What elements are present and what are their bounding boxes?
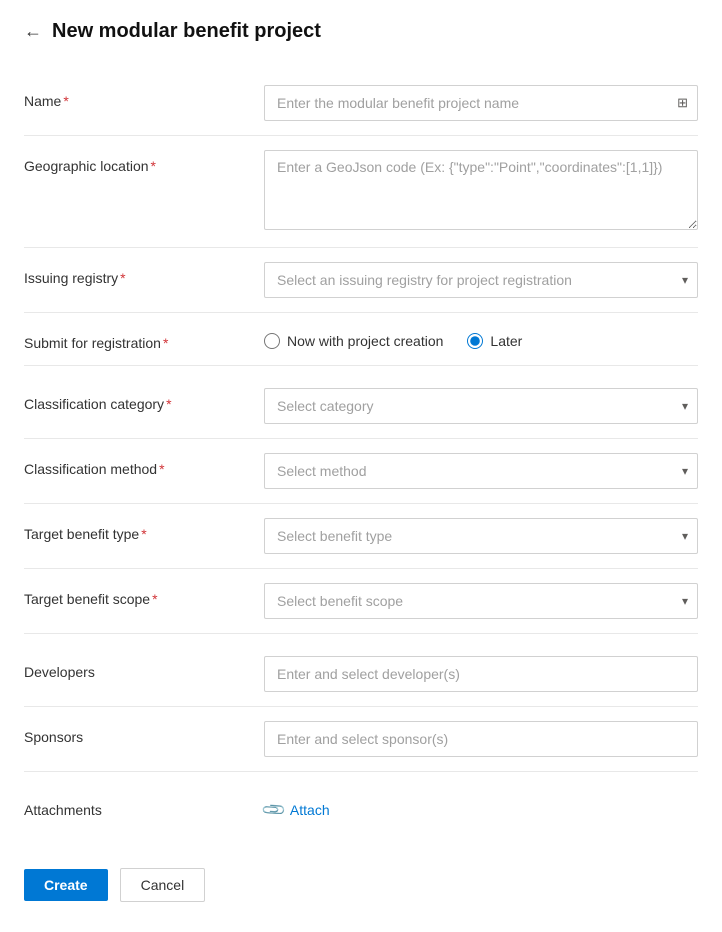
benefit-type-row: Target benefit type* Select benefit type… [24,504,698,569]
class-method-row: Classification method* Select method ▾ [24,439,698,504]
attach-button[interactable]: 📎 Attach [264,794,330,826]
benefit-scope-control: Select benefit scope ▾ [264,583,698,619]
issuing-label: Issuing registry* [24,262,264,286]
benefit-scope-label: Target benefit scope* [24,583,264,607]
geo-label: Geographic location* [24,150,264,174]
developers-label: Developers [24,656,264,680]
paperclip-icon: 📎 [260,796,288,824]
radio-now[interactable] [264,333,280,349]
developers-input[interactable] [264,656,698,692]
radio-now-label: Now with project creation [287,333,443,349]
class-cat-label: Classification category* [24,388,264,412]
create-button[interactable]: Create [24,869,108,901]
developers-row: Developers [24,642,698,707]
benefit-type-control: Select benefit type ▾ [264,518,698,554]
sponsors-label: Sponsors [24,721,264,745]
radio-later[interactable] [467,333,483,349]
form-actions: Create Cancel [24,868,698,902]
class-cat-control: Select category ▾ [264,388,698,424]
name-input[interactable] [264,85,698,121]
page-title: New modular benefit project [52,20,321,43]
name-input-wrapper: ⊞ [264,85,698,121]
issuing-control: Select an issuing registry for project r… [264,262,698,298]
benefit-type-label: Target benefit type* [24,518,264,542]
benefit-scope-row: Target benefit scope* Select benefit sco… [24,569,698,634]
class-cat-select-wrapper: Select category ▾ [264,388,698,424]
issuing-row: Issuing registry* Select an issuing regi… [24,248,698,313]
name-row: Name* ⊞ [24,71,698,136]
developers-control [264,656,698,692]
attachments-row: Attachments 📎 Attach [24,780,698,840]
benefit-scope-select[interactable]: Select benefit scope [264,583,698,619]
attach-button-label: Attach [290,802,330,818]
name-label: Name* [24,85,264,109]
class-cat-row: Classification category* Select category… [24,374,698,439]
class-method-select-wrapper: Select method ▾ [264,453,698,489]
back-button[interactable]: ← [24,21,42,42]
submit-option-later[interactable]: Later [467,333,522,349]
page-container: ← New modular benefit project Name* ⊞ Ge… [0,0,722,932]
section-gap-3 [24,772,698,780]
cancel-button[interactable]: Cancel [120,868,206,902]
class-method-control: Select method ▾ [264,453,698,489]
geo-control [264,150,698,233]
form-section: Name* ⊞ Geographic location* Issuing reg… [24,71,698,840]
name-input-icon: ⊞ [677,95,688,111]
submit-label: Submit for registration* [24,327,264,351]
geo-row: Geographic location* [24,136,698,248]
issuing-select[interactable]: Select an issuing registry for project r… [264,262,698,298]
name-control: ⊞ [264,85,698,121]
submit-radio-group: Now with project creation Later [264,327,698,349]
submit-row: Submit for registration* Now with projec… [24,313,698,366]
benefit-type-select[interactable]: Select benefit type [264,518,698,554]
benefit-type-select-wrapper: Select benefit type ▾ [264,518,698,554]
radio-later-label: Later [490,333,522,349]
benefit-scope-select-wrapper: Select benefit scope ▾ [264,583,698,619]
attachments-label: Attachments [24,794,264,818]
sponsors-control [264,721,698,757]
geo-textarea[interactable] [264,150,698,230]
sponsors-row: Sponsors [24,707,698,772]
class-method-label: Classification method* [24,453,264,477]
page-header: ← New modular benefit project [24,20,698,43]
submit-option-now[interactable]: Now with project creation [264,333,443,349]
submit-control: Now with project creation Later [264,327,698,349]
attachments-control: 📎 Attach [264,794,698,826]
section-gap-2 [24,634,698,642]
sponsors-input[interactable] [264,721,698,757]
class-method-select[interactable]: Select method [264,453,698,489]
back-arrow-icon: ← [24,21,42,42]
class-cat-select[interactable]: Select category [264,388,698,424]
issuing-select-wrapper: Select an issuing registry for project r… [264,262,698,298]
section-gap-1 [24,366,698,374]
